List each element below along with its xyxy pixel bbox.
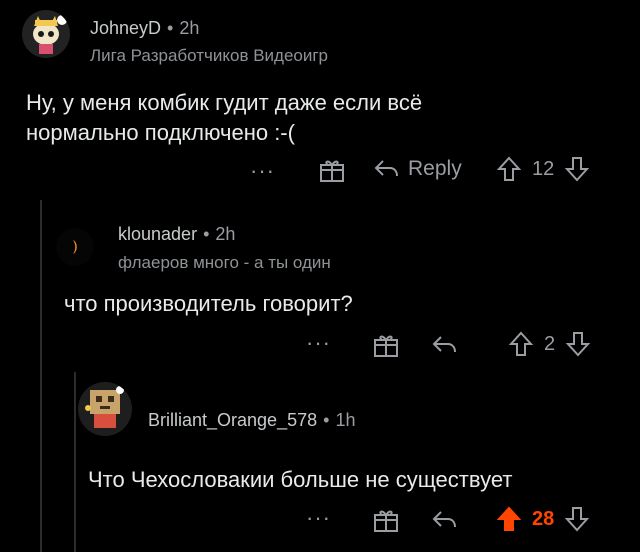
award-button[interactable] (372, 331, 400, 359)
comment-body: что производитель говорит? (64, 291, 353, 316)
more-options-icon: ··· (306, 505, 331, 530)
award-button[interactable] (318, 156, 346, 184)
user-flair: Лига Разработчиков Видеоигр (90, 46, 329, 65)
award-button[interactable] (372, 506, 400, 534)
user-flair: флаеров много - а ты один (118, 253, 331, 272)
upvote-arrow-icon[interactable] (496, 505, 522, 533)
award-gift-icon (374, 510, 398, 532)
moon-avatar-icon (56, 228, 94, 266)
more-options-icon: ··· (250, 158, 275, 183)
comment-text-line: Ну, у меня комбик гудит даже если всё (26, 90, 423, 115)
downvote-arrow-icon[interactable] (565, 330, 591, 358)
downvote-arrow-icon[interactable] (564, 505, 590, 533)
upvote-arrow-icon[interactable] (508, 330, 534, 358)
downvote-arrow-icon[interactable] (564, 155, 590, 183)
reply-button[interactable]: Reply (372, 156, 462, 182)
upvote-arrow-icon[interactable] (496, 155, 522, 183)
timestamp: 2h (215, 224, 236, 244)
vote-controls: 28 (496, 505, 590, 533)
reply-arrow-icon (374, 160, 398, 177)
separator-dot: • (323, 410, 330, 430)
comment-meta: Brilliant_Orange_578 • 1h (148, 410, 355, 431)
reply-label: Reply (408, 157, 462, 180)
more-options-button[interactable]: ··· (306, 505, 331, 531)
reply-button[interactable] (430, 332, 458, 358)
award-gift-icon (374, 335, 398, 357)
more-options-icon: ··· (306, 330, 331, 355)
reply-arrow-icon (432, 336, 456, 353)
more-options-button[interactable]: ··· (306, 330, 331, 356)
comment-meta: klounader • 2h (118, 224, 235, 245)
comment-text-line: нормально подключено :-( (26, 120, 295, 145)
vote-count: 2 (544, 332, 556, 355)
timestamp: 2h (179, 18, 200, 38)
comment-meta: JohneyD • 2h (90, 18, 199, 39)
vote-count: 12 (532, 157, 555, 180)
avatar-brilliant-orange[interactable] (78, 382, 132, 436)
award-gift-icon (320, 160, 344, 182)
vote-count: 28 (532, 507, 555, 530)
thread-line-2[interactable] (74, 372, 76, 552)
snoo-avatar-icon (78, 382, 132, 436)
vote-controls: 2 (508, 330, 591, 358)
avatar-klounader[interactable] (56, 228, 94, 266)
vote-controls: 12 (496, 155, 590, 183)
username[interactable]: Brilliant_Orange_578 (148, 410, 317, 430)
snoo-avatar-icon (22, 10, 70, 58)
comment-body: Что Чехословакии больше не существует (88, 467, 513, 492)
comment-body: Ну, у меня комбик гудит даже если всё но… (26, 88, 422, 148)
separator-dot: • (167, 18, 174, 38)
more-options-button[interactable]: ··· (250, 158, 275, 184)
thread-line-1[interactable] (40, 200, 42, 552)
username[interactable]: JohneyD (90, 18, 161, 38)
username[interactable]: klounader (118, 224, 197, 244)
reply-button[interactable] (430, 507, 458, 533)
reply-arrow-icon (432, 511, 456, 528)
avatar-johneyd[interactable] (22, 10, 70, 58)
timestamp: 1h (335, 410, 356, 430)
separator-dot: • (203, 224, 210, 244)
